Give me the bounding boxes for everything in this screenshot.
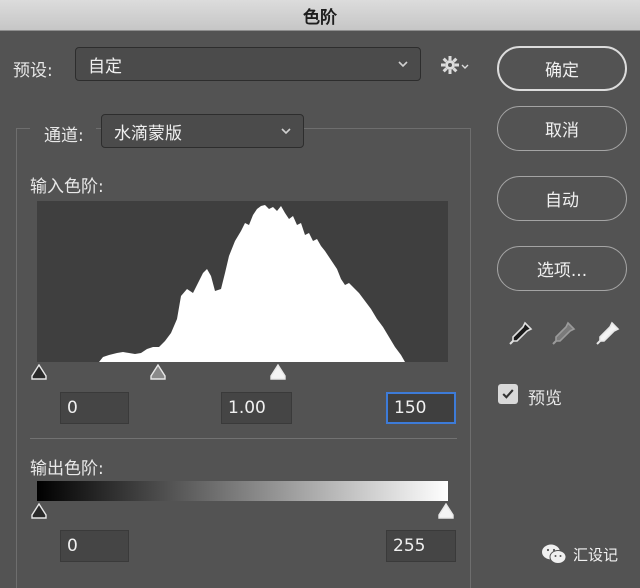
auto-button[interactable]: 自动 (497, 176, 627, 221)
ok-button[interactable]: 确定 (497, 46, 627, 91)
watermark-text: 汇设记 (573, 545, 619, 564)
watermark: 汇设记 (541, 543, 618, 565)
black-eyedropper-icon[interactable] (505, 319, 535, 349)
output-white-slider[interactable] (437, 503, 455, 519)
divider (30, 438, 457, 439)
chevron-down-icon (281, 128, 291, 135)
white-eyedropper-icon[interactable] (592, 319, 622, 349)
dialog-title-bar: 色阶 (0, 0, 640, 31)
input-black-field[interactable]: 0 (60, 392, 129, 424)
checkmark-icon (502, 389, 514, 399)
output-levels-label: 输出色阶: (30, 459, 104, 479)
channel-value: 水滴蒙版 (114, 123, 182, 144)
preview-label: 预览 (528, 389, 562, 409)
input-white-slider[interactable] (269, 364, 287, 380)
gray-eyedropper-icon[interactable] (548, 319, 578, 349)
histogram (37, 201, 448, 362)
input-levels-label: 输入色阶: (30, 177, 104, 197)
options-button[interactable]: 选项... (497, 246, 627, 291)
preview-checkbox[interactable] (498, 384, 518, 404)
input-gamma-field[interactable]: 1.00 (221, 392, 292, 424)
input-black-slider[interactable] (30, 364, 48, 380)
wechat-icon (542, 544, 567, 564)
channel-label: 通道: (30, 121, 96, 146)
cancel-button[interactable]: 取消 (497, 106, 627, 151)
channel-dropdown[interactable]: 水滴蒙版 (101, 114, 304, 148)
dialog-title: 色阶 (303, 7, 337, 28)
preset-dropdown[interactable]: 自定 (75, 47, 421, 81)
output-black-slider[interactable] (30, 503, 48, 519)
output-gradient-bar (37, 481, 448, 501)
input-gamma-slider[interactable] (149, 364, 167, 380)
output-white-field[interactable]: 255 (386, 530, 456, 562)
preset-value: 自定 (88, 56, 122, 77)
preset-label: 预设: (13, 61, 53, 81)
gear-icon[interactable] (439, 54, 471, 76)
input-white-field[interactable]: 150 (386, 392, 456, 424)
chevron-down-icon (398, 61, 408, 68)
output-black-field[interactable]: 0 (60, 530, 129, 562)
